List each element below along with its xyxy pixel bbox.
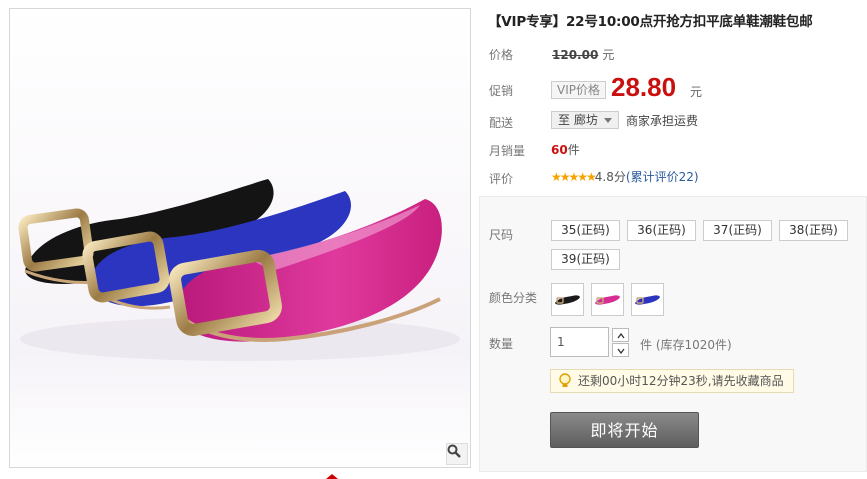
shipping-label: 配送 xyxy=(489,116,514,130)
quantity-decrease-button[interactable] xyxy=(612,343,629,357)
review-score: 4.8分 xyxy=(594,170,626,184)
monthly-sales-count: 60 xyxy=(551,143,568,157)
vip-price-tag: VIP价格 xyxy=(551,81,606,99)
size-option[interactable]: 38(正码) xyxy=(779,220,848,241)
color-label: 颜色分类 xyxy=(489,291,538,305)
quantity-input[interactable]: 1 xyxy=(550,327,609,357)
size-label: 尺码 xyxy=(489,228,514,242)
caret-down-icon xyxy=(603,118,612,123)
coming-soon-button[interactable]: 即将开始 xyxy=(550,412,699,448)
promo-price-unit: 元 xyxy=(690,85,703,99)
size-option[interactable]: 36(正码) xyxy=(627,220,696,241)
quantity-label: 数量 xyxy=(489,337,514,351)
promo-price: 28.80 xyxy=(611,72,677,102)
promo-label: 促销 xyxy=(489,84,514,98)
thumbnail-indicator-arrow xyxy=(326,474,338,479)
product-title: 【VIP专享】22号10:00点开抢方扣平底单鞋潮鞋包邮 xyxy=(488,14,813,30)
chevron-down-icon xyxy=(616,343,625,357)
countdown-text: 还剩00小时12分钟23秒,请先收藏商品 xyxy=(578,374,784,388)
review-label: 评价 xyxy=(489,172,514,186)
lightbulb-icon xyxy=(558,373,572,396)
shipping-location-select[interactable]: 至 廊坊 xyxy=(551,111,619,129)
quantity-increase-button[interactable] xyxy=(612,328,629,342)
product-main-image[interactable] xyxy=(9,8,471,468)
review-summary: ★★★★★4.8分(累计评价22) xyxy=(551,168,699,185)
color-option-rose[interactable] xyxy=(591,283,624,316)
size-option[interactable]: 37(正码) xyxy=(703,220,772,241)
review-count-link[interactable]: (累计评价22) xyxy=(626,170,699,184)
original-price: 120.00 元 xyxy=(552,46,614,63)
zoom-button[interactable] xyxy=(446,443,468,465)
price-label: 价格 xyxy=(489,48,514,62)
star-rating-icon: ★★★★★ xyxy=(551,170,597,184)
shoes-photo xyxy=(10,9,470,467)
original-price-value: 120.00 xyxy=(552,48,599,62)
color-option-blue[interactable] xyxy=(631,283,664,316)
original-price-unit: 元 xyxy=(602,48,615,62)
countdown-notice: 还剩00小时12分钟23秒,请先收藏商品 xyxy=(550,369,794,393)
color-option-black[interactable] xyxy=(551,283,584,316)
size-option[interactable]: 35(正码) xyxy=(551,220,620,241)
monthly-sales: 60件 xyxy=(551,141,580,158)
monthly-sales-unit: 件 xyxy=(567,143,580,157)
chevron-up-icon xyxy=(616,328,625,342)
stock-info: 件 (库存1020件) xyxy=(640,338,732,352)
size-option[interactable]: 39(正码) xyxy=(551,249,620,270)
shipping-location-text: 至 廊坊 xyxy=(558,113,598,127)
monthly-sales-label: 月销量 xyxy=(489,144,526,158)
shipping-note: 商家承担运费 xyxy=(626,114,699,128)
